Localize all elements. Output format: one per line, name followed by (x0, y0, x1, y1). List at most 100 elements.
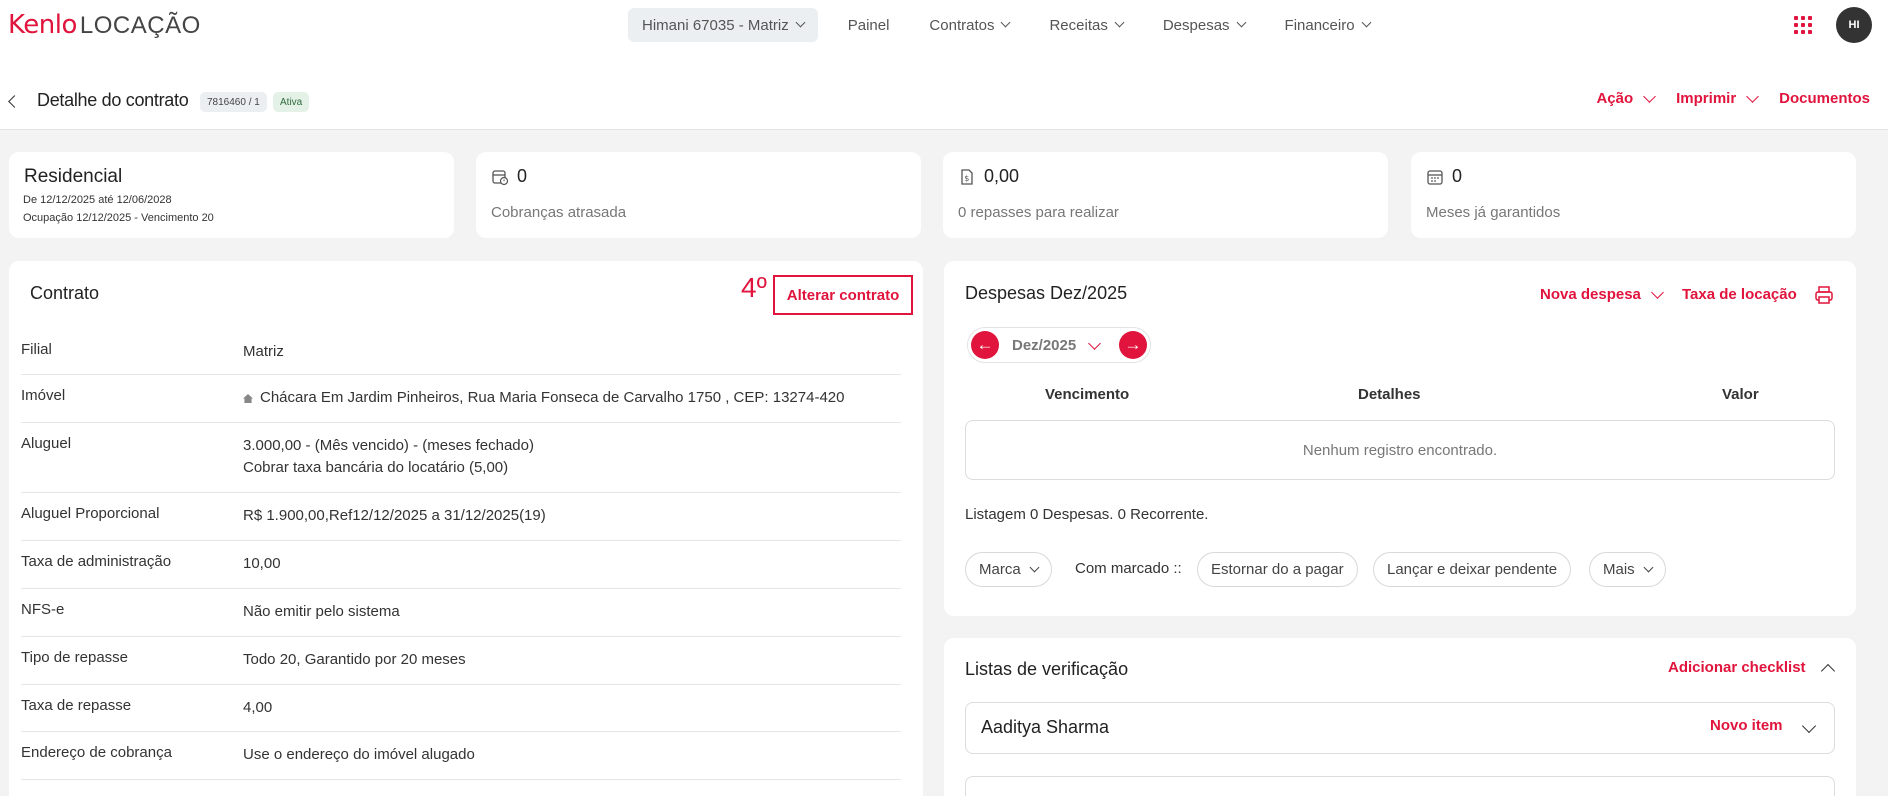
chevron-down-icon (1114, 17, 1125, 28)
listing-summary: Listagem 0 Despesas. 0 Recorrente. (965, 506, 1209, 523)
detail-value: Chácara Em Jardim Pinheiros, Rua Maria F… (260, 389, 845, 406)
month-picker: ← Dez/2025 → (967, 327, 1151, 363)
chevron-down-icon (1001, 17, 1011, 28)
lancar-pendente-button[interactable]: Lançar e deixar pendente (1373, 552, 1572, 587)
detail-value: Use o endereço do imóvel alugado (243, 746, 475, 763)
nav-contratos[interactable]: Contratos (909, 8, 1029, 42)
alterar-contrato-button[interactable]: Alterar contrato (773, 275, 913, 315)
repasses-label: 0 repasses para realizar (958, 204, 1119, 221)
imprimir-dropdown[interactable]: Imprimir (1676, 89, 1760, 107)
nav-painel[interactable]: Painel (828, 8, 910, 42)
repasses-value: 0,00 (984, 166, 1020, 186)
residencial-period: De 12/12/2025 até 12/06/2028 (23, 194, 172, 206)
nova-despesa-label: Nova despesa (1540, 286, 1641, 303)
branch-selector[interactable]: Himani 67035 - Matriz (628, 8, 818, 42)
kenlo-logo[interactable]: Kenlo LOCAÇÃO (8, 10, 201, 40)
chevron-down-icon (1651, 285, 1664, 299)
adicionar-checklist-link[interactable]: Adicionar checklist (1668, 659, 1806, 676)
detail-row-filial: Filial Matriz (21, 329, 901, 375)
detail-value-wrap: 3.000,00 - (Mês vencido) - (meses fechad… (243, 423, 901, 492)
detail-row-nfse: NFS-e Não emitir pelo sistema (21, 589, 901, 637)
residencial-occupation: Ocupação 12/12/2025 - Vencimento 20 (23, 212, 214, 224)
detail-label: Endereço de cobrança (21, 744, 172, 761)
taxa-locacao-link[interactable]: Taxa de locação (1682, 286, 1797, 303)
chevron-down-icon (1088, 336, 1102, 350)
nav-contratos-label: Contratos (929, 16, 995, 34)
nav-despesas-label: Despesas (1162, 16, 1230, 34)
col-detalhes[interactable]: Detalhes (1358, 386, 1421, 403)
marca-label: Marca (979, 561, 1021, 578)
acao-dropdown[interactable]: Ação (1596, 89, 1657, 107)
chevron-down-icon (1361, 17, 1372, 28)
chevron-down-icon (1746, 89, 1760, 103)
marca-dropdown[interactable]: Marca (965, 552, 1052, 587)
detail-value: 10,00 (243, 555, 281, 572)
meses-value: 0 (1452, 166, 1463, 186)
contrato-details: Filial Matriz Imóvel Chácara Em Jardim P… (21, 329, 901, 780)
back-arrow-icon[interactable] (8, 95, 21, 108)
taxa-locacao-label: Taxa de locação (1682, 286, 1797, 303)
status-badge: Ativa (273, 92, 310, 112)
calendar-icon (1427, 169, 1443, 185)
novo-item-link[interactable]: Novo item (1710, 717, 1783, 734)
estornar-button[interactable]: Estornar do a pagar (1197, 552, 1358, 587)
col-valor[interactable]: Valor (1722, 386, 1759, 403)
checklist-item[interactable] (965, 776, 1835, 796)
detail-label: NFS-e (21, 601, 65, 618)
documentos-link[interactable]: Documentos (1779, 90, 1870, 107)
adicionar-checklist-label: Adicionar checklist (1668, 659, 1806, 676)
cobrancas-value: 0 (517, 166, 528, 186)
chevron-down-icon (1643, 89, 1657, 103)
contract-number-badge: 7816460 / 1 (200, 92, 267, 112)
detail-value-wrap: Chácara Em Jardim Pinheiros, Rua Maria F… (243, 375, 901, 422)
print-icon[interactable] (1814, 285, 1834, 305)
month-selector[interactable]: Dez/2025 (1012, 336, 1102, 354)
empty-state: Nenhum registro encontrado. (965, 420, 1835, 480)
nav-receitas[interactable]: Receitas (1029, 8, 1142, 42)
com-marcado-label: Com marcado :: (1075, 560, 1182, 577)
next-month-button[interactable]: → (1119, 331, 1147, 359)
nova-despesa-dropdown[interactable]: Nova despesa (1540, 285, 1664, 303)
detail-label: Aluguel (21, 435, 72, 452)
cobrancas-value-row: 0 (491, 166, 527, 187)
checklist-item[interactable]: Aaditya Sharma Novo item (965, 702, 1835, 754)
mais-dropdown[interactable]: Mais (1589, 552, 1666, 587)
apps-grid-icon[interactable] (1794, 16, 1812, 34)
meses-value-row: 0 (1426, 166, 1462, 187)
detail-value: 3.000,00 - (Mês vencido) - (meses fechad… (243, 437, 534, 454)
detail-value: Não emitir pelo sistema (243, 603, 400, 620)
chevron-down-icon (1029, 562, 1040, 572)
nav-despesas[interactable]: Despesas (1143, 8, 1265, 42)
money-transfer-icon: $ (961, 168, 973, 185)
page-title: Detalhe do contrato (37, 90, 189, 110)
detail-row-aluguel-proporcional: Aluguel Proporcional R$ 1.900,00,Ref12/1… (21, 493, 901, 541)
page-header: Detalhe do contrato 7816460 / 1 Ativa Aç… (0, 50, 1888, 130)
documentos-label: Documentos (1779, 90, 1870, 107)
cobrancas-card: 0 Cobranças atrasada (476, 152, 921, 238)
detail-row-imovel: Imóvel Chácara Em Jardim Pinheiros, Rua … (21, 375, 901, 423)
detail-value-secondary: Cobrar taxa bancária do locatário (5,00) (243, 459, 509, 476)
lancar-label: Lançar e deixar pendente (1387, 561, 1558, 578)
detail-row-aluguel: Aluguel 3.000,00 - (Mês vencido) - (mese… (21, 423, 901, 493)
chevron-down-icon (795, 17, 806, 28)
user-avatar[interactable]: HI (1836, 7, 1872, 43)
nav-painel-label: Painel (847, 16, 890, 34)
detail-row-taxa-administracao: Taxa de administração 10,00 (21, 541, 901, 589)
logo-brand: Kenlo (8, 10, 77, 40)
home-icon (243, 393, 253, 403)
step-annotation: 4º (741, 272, 767, 303)
estornar-label: Estornar do a pagar (1211, 561, 1344, 578)
nav-financeiro[interactable]: Financeiro (1265, 8, 1390, 42)
residencial-card: Residencial De 12/12/2025 até 12/06/2028… (9, 152, 454, 238)
month-label: Dez/2025 (1012, 337, 1077, 354)
prev-month-button[interactable]: ← (971, 331, 999, 359)
detail-label: Taxa de administração (21, 553, 172, 570)
col-vencimento[interactable]: Vencimento (1045, 386, 1129, 403)
checklist-name: Aaditya Sharma (981, 717, 1110, 737)
detail-label: Imóvel (21, 387, 66, 404)
detail-label: Tipo de repasse (21, 649, 129, 666)
detail-label: Aluguel Proporcional (21, 505, 160, 522)
chevron-down-icon[interactable] (1801, 718, 1817, 734)
calendar-clock-icon (492, 169, 509, 185)
detail-value: 4,00 (243, 699, 273, 716)
